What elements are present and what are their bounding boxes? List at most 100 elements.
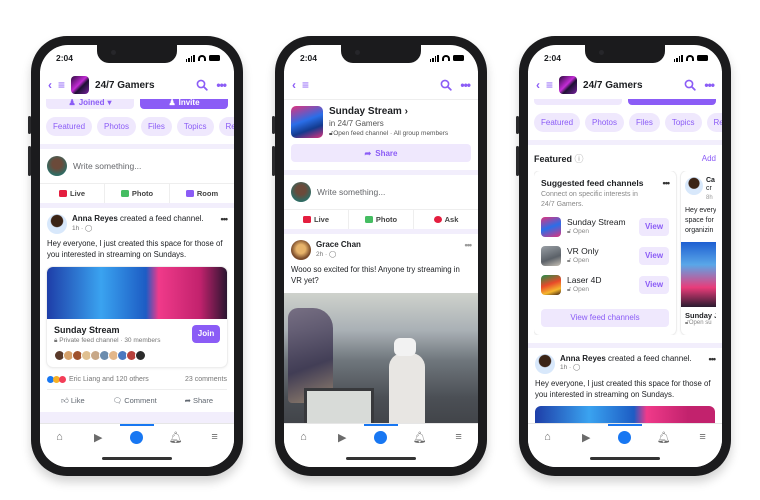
invite-button[interactable] (628, 99, 716, 105)
author-avatar[interactable] (291, 240, 311, 260)
author-name[interactable]: Anna Reyes (560, 354, 606, 363)
view-feed-channels-button[interactable]: View feed channels (541, 308, 669, 327)
channel-row[interactable]: Sunday Stream 🔓︎ Open View (541, 216, 669, 237)
chip-files[interactable]: Files (140, 117, 172, 136)
tab-home-icon[interactable]: ⌂ (52, 430, 66, 444)
photo-button[interactable]: Photo (105, 184, 170, 203)
channel-cover-image (47, 266, 227, 319)
group-title[interactable]: 24/7 Gamers (95, 80, 190, 91)
joined-button[interactable] (534, 99, 622, 105)
view-channel-button[interactable]: View (639, 246, 669, 265)
add-featured-link[interactable]: Add (702, 154, 716, 163)
author-avatar[interactable] (535, 353, 555, 374)
author-avatar[interactable] (47, 214, 67, 234)
menu-icon[interactable]: ≡ (546, 79, 553, 91)
share-button[interactable]: ➦ Share (185, 396, 213, 406)
chip-files[interactable]: Files (628, 113, 660, 132)
search-icon[interactable] (440, 79, 453, 91)
tab-home-icon[interactable]: ⌂ (296, 430, 310, 444)
write-something-input[interactable]: Write something... (73, 161, 141, 171)
chip-featured[interactable]: Featured (534, 113, 581, 132)
search-icon[interactable] (684, 79, 697, 91)
author-name[interactable]: Grace Chan (316, 240, 361, 249)
view-channel-button[interactable]: View (639, 275, 669, 294)
reactions-summary[interactable]: Eric Liang and 120 others (69, 376, 149, 383)
live-button[interactable]: Live (40, 184, 105, 203)
channel-group[interactable]: in 24/7 Gamers (329, 119, 448, 128)
channel-row[interactable]: VR Only 🔓︎ Open View (541, 245, 669, 266)
tab-watch-icon[interactable]: ▶ (579, 430, 593, 444)
channel-thumbnail (541, 216, 561, 237)
user-avatar (47, 156, 67, 176)
post-more-icon[interactable]: ••• (465, 240, 473, 250)
room-button[interactable]: Room (170, 184, 234, 203)
ask-button[interactable]: Ask (414, 210, 478, 229)
comments-count[interactable]: 23 comments (185, 376, 227, 383)
channel-thumbnail[interactable] (291, 106, 323, 138)
post-photo[interactable] (284, 292, 478, 423)
tab-groups-icon[interactable] (119, 424, 154, 444)
joined-button[interactable]: ♟ Joined ▾ (46, 99, 134, 109)
group-avatar[interactable] (559, 76, 578, 94)
more-icon[interactable]: ••• (216, 79, 227, 91)
tab-menu-icon[interactable]: ≡ (208, 430, 222, 444)
share-button[interactable]: ➦ Share (291, 144, 471, 162)
invite-button[interactable]: ♟ Invite (140, 99, 228, 109)
post-time[interactable]: 2h · (316, 251, 329, 258)
tab-groups-icon[interactable] (607, 424, 642, 444)
photo-button[interactable]: Photo (349, 210, 414, 229)
back-icon[interactable]: ‹ (292, 79, 296, 91)
join-button[interactable]: Join (192, 324, 220, 343)
channel-row[interactable]: Laser 4D 🔓︎ Open View (541, 274, 669, 295)
view-channel-button[interactable]: View (639, 217, 669, 236)
more-icon[interactable]: ••• (460, 79, 471, 91)
post-time[interactable]: 1h · (560, 364, 573, 371)
back-icon[interactable]: ‹ (48, 79, 52, 91)
group-title[interactable]: 24/7 Gamers (583, 80, 678, 91)
group-avatar[interactable] (71, 76, 90, 94)
audience-icon: ◯ (85, 224, 93, 232)
tab-watch-icon[interactable]: ▶ (335, 430, 349, 444)
live-button[interactable]: Live (284, 210, 349, 229)
info-icon[interactable]: ⓘ (575, 154, 584, 164)
back-icon[interactable]: ‹ (536, 79, 540, 91)
menu-icon[interactable]: ≡ (58, 79, 65, 91)
chip-featured[interactable]: Featured (46, 117, 93, 136)
reactions-icons[interactable] (47, 375, 66, 383)
tab-menu-icon[interactable]: ≡ (696, 430, 710, 444)
menu-icon[interactable]: ≡ (302, 79, 309, 91)
peek-post-card[interactable]: Ca cr 8h Hey every space for organizin Sun… (681, 171, 716, 335)
post-text: Wooo so excited for this! Anyone try str… (291, 265, 460, 285)
tab-notifications-icon[interactable]: 🔔︎ (413, 430, 427, 444)
write-something-input[interactable]: Write something... (317, 187, 385, 197)
comment-button[interactable]: 🗨︎ Comment (113, 396, 157, 406)
post-more-icon[interactable]: ••• (709, 354, 717, 364)
more-icon[interactable]: ••• (704, 79, 715, 91)
channel-nav: ‹ ≡ ••• (284, 71, 478, 99)
chevron-right-icon[interactable]: › (405, 106, 408, 117)
chip-topics[interactable]: Topics (664, 113, 702, 132)
chip-topics[interactable]: Topics (176, 117, 214, 136)
post-more-icon[interactable]: ••• (221, 214, 229, 224)
chip-photos[interactable]: Photos (97, 117, 136, 136)
tab-menu-icon[interactable]: ≡ (452, 430, 466, 444)
channel-card[interactable]: Sunday Stream 🔒︎ Private feed channel · … (47, 266, 227, 367)
author-name[interactable]: Anna Reyes (72, 214, 118, 223)
post-time[interactable]: 1h · (72, 225, 85, 232)
like-button[interactable]: 👍︎ Like (61, 396, 85, 406)
post: Grace Chan 2h · ◯ ••• Wooo so excited fo… (284, 234, 478, 423)
tab-groups-icon[interactable] (363, 424, 398, 444)
channel-name: Sunday Stream (54, 324, 120, 335)
member-avatar (135, 349, 146, 361)
tab-notifications-icon[interactable]: 🔔︎ (657, 430, 671, 444)
chip-more[interactable]: Re (706, 113, 722, 132)
chip-more[interactable]: Re (218, 117, 234, 136)
tab-watch-icon[interactable]: ▶ (91, 430, 105, 444)
search-icon[interactable] (196, 79, 209, 91)
tab-home-icon[interactable]: ⌂ (540, 430, 554, 444)
post-action: created a feed channel. (120, 214, 204, 223)
card-more-icon[interactable]: ••• (663, 178, 671, 188)
channel-name[interactable]: Sunday Stream (329, 106, 402, 117)
tab-notifications-icon[interactable]: 🔔︎ (169, 430, 183, 444)
chip-photos[interactable]: Photos (585, 113, 624, 132)
